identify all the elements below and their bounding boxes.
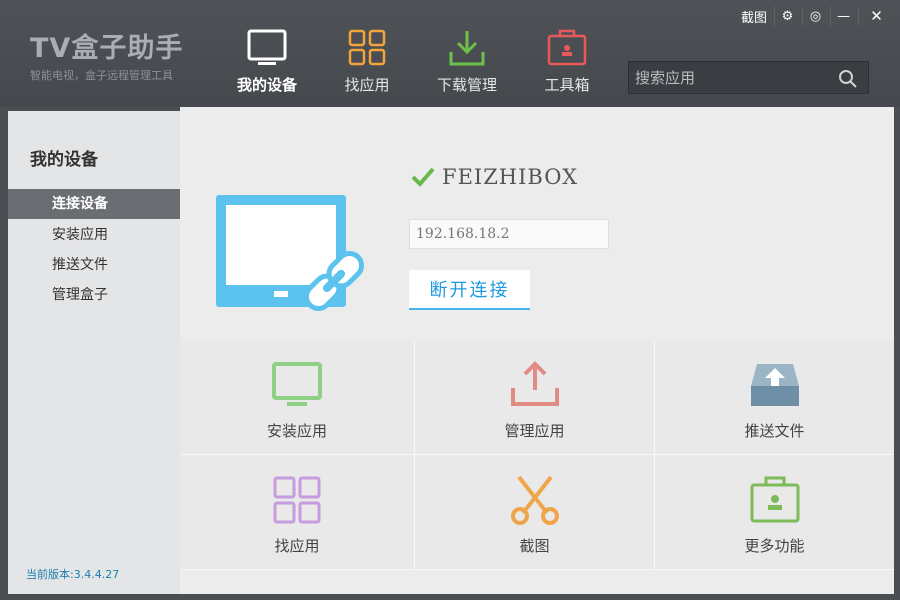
tile-label: 找应用 (274, 537, 320, 555)
monitor-icon (272, 362, 322, 406)
nav-label: 我的设备 (236, 76, 297, 94)
scissors-icon (510, 475, 559, 525)
tile-more-features[interactable]: 更多功能 (655, 455, 894, 570)
nav-label: 下载管理 (436, 76, 497, 94)
tile-install-apps[interactable]: 安装应用 (180, 340, 415, 455)
window-controls: 截图 ⚙ ◎ — ✕ (736, 6, 894, 26)
tile-label: 更多功能 (744, 537, 805, 555)
sidebar-title: 我的设备 (30, 150, 98, 170)
tv-icon (247, 29, 287, 65)
tile-find-apps[interactable]: 找应用 (180, 455, 415, 570)
app-window: TV盒子助手 智能电视，盒子远程管理工具 我的设备 找应用 下载管理 工具箱 搜… (0, 0, 900, 600)
inbox-icon (750, 364, 799, 406)
feedback-button[interactable]: ◎ (802, 6, 828, 26)
tile-label: 推送文件 (744, 422, 805, 440)
grid-icon (273, 476, 321, 524)
header: TV盒子助手 智能电视，盒子远程管理工具 我的设备 找应用 下载管理 工具箱 搜… (0, 0, 900, 107)
minimize-button[interactable]: — (830, 6, 856, 26)
nav-my-devices[interactable]: 我的设备 (222, 28, 312, 95)
connected-check-icon (411, 167, 435, 187)
search-input[interactable] (629, 62, 834, 93)
version-label: 当前版本:3.4.4.27 (26, 568, 120, 581)
device-ip-field: 192.168.18.2 (409, 219, 609, 249)
nav-toolbox[interactable]: 工具箱 (522, 28, 612, 95)
download-icon (449, 31, 485, 66)
sidebar-item-manage-box[interactable]: 管理盒子 (8, 280, 180, 310)
sidebar-item-install-apps[interactable]: 安装应用 (8, 220, 180, 250)
connected-device-icon (216, 195, 365, 312)
screenshot-button[interactable]: 截图 (736, 6, 772, 26)
tile-label: 截图 (519, 537, 550, 555)
sidebar-item-connect-device[interactable]: 连接设备 (8, 189, 180, 219)
sidebar-item-push-files[interactable]: 推送文件 (8, 250, 180, 280)
tile-manage-apps[interactable]: 管理应用 (415, 340, 655, 455)
nav-find-apps[interactable]: 找应用 (322, 28, 412, 95)
close-button[interactable]: ✕ (858, 6, 894, 26)
logo: TV盒子助手 智能电视，盒子远程管理工具 (30, 26, 183, 83)
disconnect-button[interactable]: 断开连接 (409, 270, 530, 310)
search-box (628, 61, 869, 94)
tile-push-files[interactable]: 推送文件 (655, 340, 894, 455)
tile-label: 安装应用 (266, 422, 327, 440)
toolbox-icon (547, 29, 587, 66)
grid-icon (348, 29, 386, 66)
search-icon[interactable] (838, 69, 858, 89)
toolbox-icon (750, 476, 799, 523)
tile-label: 管理应用 (504, 422, 565, 440)
logo-subtitle: 智能电视，盒子远程管理工具 (30, 69, 173, 82)
sidebar: 我的设备 连接设备 安装应用 推送文件 管理盒子 当前版本:3.4.4.27 (8, 111, 180, 594)
device-name: FEIZHIBOX (442, 165, 579, 189)
tile-screenshot[interactable]: 截图 (415, 455, 655, 570)
feature-grid: 安装应用 管理应用 推送文件 找应用 截图 更多功能 (180, 340, 894, 570)
main-panel: FEIZHIBOX 192.168.18.2 断开连接 安装应用 管理应用 推送… (180, 107, 894, 594)
nav-label: 找应用 (344, 76, 390, 94)
logo-title: TV盒子助手 (30, 33, 184, 64)
upload-icon (510, 361, 559, 406)
settings-button[interactable]: ⚙ (774, 6, 800, 26)
nav-download-manager[interactable]: 下载管理 (422, 28, 512, 95)
nav-label: 工具箱 (544, 76, 590, 94)
